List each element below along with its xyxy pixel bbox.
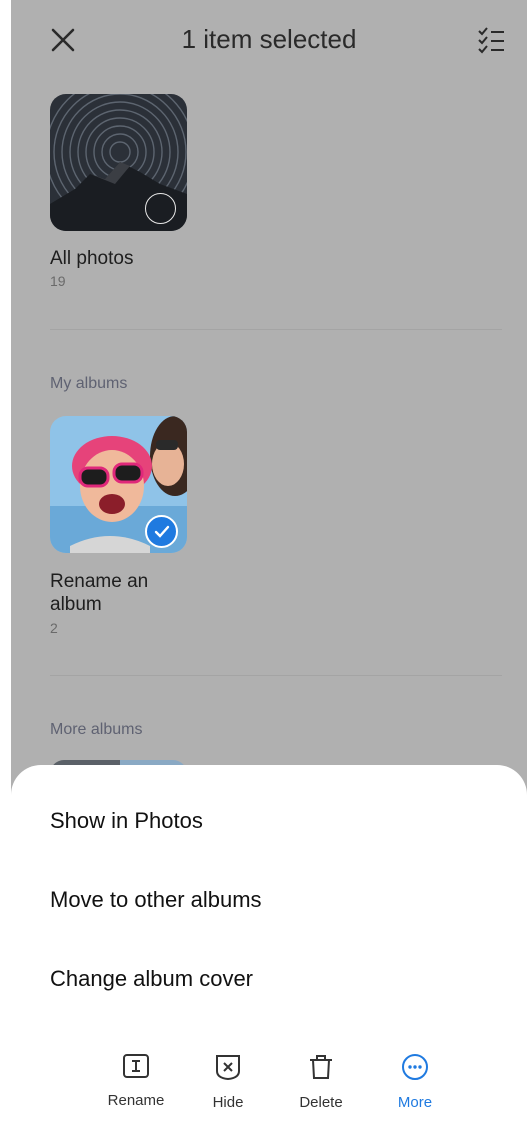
divider [50, 675, 502, 676]
album-thumbnail[interactable] [50, 416, 187, 553]
more-label: More [397, 1094, 433, 1111]
top-bar: 1 item selected [11, 0, 527, 80]
album-name: Rename an album [50, 571, 149, 615]
checklist-icon[interactable] [473, 24, 509, 56]
hide-label: Hide [212, 1094, 244, 1111]
page-title: 1 item selected [181, 24, 357, 54]
trash-icon [307, 1053, 335, 1086]
delete-label: Delete [299, 1094, 343, 1111]
rename-button[interactable]: Rename [96, 1053, 176, 1109]
select-circle[interactable] [145, 193, 176, 224]
selected-check-icon[interactable] [145, 515, 178, 548]
album-count: 2 [50, 620, 58, 636]
menu-show-in-photos[interactable]: Show in Photos [50, 808, 203, 834]
rename-icon [122, 1053, 150, 1084]
bottom-sheet: Show in Photos Move to other albums Chan… [11, 765, 527, 1124]
divider [50, 329, 502, 330]
section-my-albums: My albums [50, 375, 128, 392]
all-photos-thumbnail[interactable] [50, 94, 187, 231]
screen: 1 item selected All photos 19 My albums … [11, 0, 527, 1124]
section-more-albums: More albums [50, 721, 143, 738]
delete-button[interactable]: Delete [281, 1053, 361, 1111]
rename-label: Rename [107, 1092, 165, 1109]
menu-move-to-other-albums[interactable]: Move to other albums [50, 887, 262, 913]
hide-button[interactable]: Hide [188, 1053, 268, 1111]
action-bar: Rename Hide Delete More [11, 1053, 527, 1113]
hide-icon [214, 1053, 242, 1086]
more-icon [401, 1053, 429, 1086]
menu-change-album-cover[interactable]: Change album cover [50, 966, 253, 992]
more-button[interactable]: More [375, 1053, 455, 1111]
all-photos-label: All photos [50, 248, 134, 269]
all-photos-count: 19 [50, 273, 66, 289]
